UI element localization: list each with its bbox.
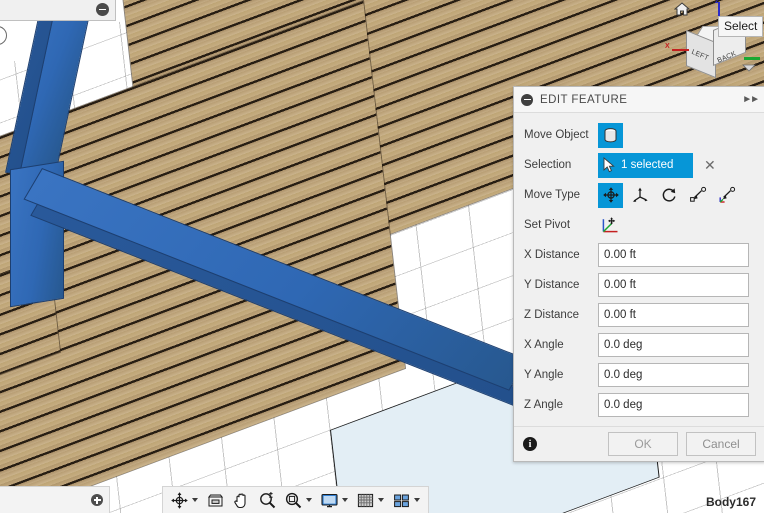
label-x-angle: X Angle [524, 339, 564, 351]
edit-feature-dialog[interactable]: EDIT FEATURE ►► Move Object Selection 1 … [513, 86, 764, 462]
grid-snap-icon [355, 490, 376, 510]
nav-item-pan[interactable] [229, 488, 254, 512]
point-to-position-icon[interactable] [714, 183, 739, 208]
zoom-icon [257, 490, 278, 510]
dialog-footer: i OK Cancel [514, 426, 764, 461]
chevron-down-icon[interactable] [306, 498, 312, 502]
row-move-object: Move Object [514, 120, 764, 150]
chevron-down-icon[interactable] [192, 498, 198, 502]
free-move-icon[interactable] [598, 182, 623, 208]
row-z-distance: Z Distance 0.00 ft [514, 300, 764, 330]
label-move-type: Move Type [524, 189, 581, 201]
display-settings-icon [319, 490, 340, 510]
z-distance-input[interactable]: 0.00 ft [598, 303, 749, 327]
dialog-title: EDIT FEATURE [540, 93, 628, 106]
status-body-label: Body167 [705, 495, 756, 509]
label-x-distance: X Distance [524, 249, 580, 261]
label-z-angle: Z Angle [524, 399, 563, 411]
row-set-pivot: Set Pivot [514, 210, 764, 240]
viewports-icon [391, 490, 412, 510]
ok-button[interactable]: OK [608, 432, 678, 456]
row-y-distance: Y Distance 0.00 ft [514, 270, 764, 300]
label-selection: Selection [524, 159, 572, 171]
bottom-left-strip [0, 486, 110, 513]
label-z-distance: Z Distance [524, 309, 579, 321]
point-to-point-icon[interactable] [685, 183, 710, 208]
row-z-angle: Z Angle 0.0 deg [514, 390, 764, 420]
row-move-type: Move Type [514, 180, 764, 210]
selection-chip[interactable]: 1 selected [598, 152, 693, 178]
axis-x-line [672, 49, 689, 51]
top-left-panel-collapse-icon[interactable] [96, 3, 109, 16]
navigation-toolbar[interactable] [162, 486, 429, 513]
rotate-icon[interactable] [656, 183, 681, 208]
x-angle-input[interactable]: 0.0 deg [598, 333, 749, 357]
row-y-angle: Y Angle 0.0 deg [514, 360, 764, 390]
view-cube-widget[interactable]: TOP LEFT BACK Z X Select [658, 0, 764, 82]
axis-z-label: Z [715, 0, 720, 5]
pan-hand-icon [231, 490, 252, 510]
axis-x-label: X [665, 43, 670, 50]
nav-item-display-settings[interactable] [317, 488, 352, 512]
set-pivot-axes-icon[interactable] [598, 213, 623, 238]
row-selection: Selection 1 selected ✕ [514, 150, 764, 180]
plus-circle-icon[interactable] [91, 494, 103, 506]
y-distance-input[interactable]: 0.00 ft [598, 273, 749, 297]
look-at-icon [205, 490, 226, 510]
row-x-angle: X Angle 0.0 deg [514, 330, 764, 360]
nav-item-zoom-window[interactable] [281, 488, 316, 512]
selection-count-label: 1 selected [621, 159, 674, 171]
body-cylinder-icon[interactable] [598, 122, 623, 148]
nav-item-orbit[interactable] [167, 488, 202, 512]
zoom-window-icon [283, 490, 304, 510]
nav-item-look-at[interactable] [203, 488, 228, 512]
dialog-header[interactable]: EDIT FEATURE ►► [514, 87, 764, 113]
chevron-down-icon[interactable] [414, 498, 420, 502]
row-x-distance: X Distance 0.00 ft [514, 240, 764, 270]
info-icon[interactable]: i [523, 437, 537, 451]
label-move-object: Move Object [524, 129, 589, 141]
nav-item-viewports[interactable] [389, 488, 424, 512]
dialog-body: Move Object Selection 1 selected ✕ Move … [514, 113, 764, 426]
y-angle-input[interactable]: 0.0 deg [598, 363, 749, 387]
nav-item-grid-snap[interactable] [353, 488, 388, 512]
clear-selection-icon[interactable]: ✕ [704, 158, 716, 172]
chevron-down-icon[interactable] [342, 498, 348, 502]
orbit-icon [169, 490, 190, 510]
chevron-down-icon[interactable] [378, 498, 384, 502]
viewcube-tooltip: Select [718, 16, 764, 37]
marking-menu-circle-icon[interactable] [0, 26, 7, 45]
top-left-floating-panel [0, 0, 116, 21]
z-angle-input[interactable]: 0.0 deg [598, 393, 749, 417]
double-chevron-right-icon[interactable]: ►► [742, 94, 760, 105]
x-distance-input[interactable]: 0.00 ft [598, 243, 749, 267]
view-cube-base-icon[interactable] [742, 64, 756, 72]
nav-item-zoom[interactable] [255, 488, 280, 512]
label-y-distance: Y Distance [524, 279, 580, 291]
translate-axis-icon[interactable] [627, 183, 652, 208]
axis-y-line [744, 57, 760, 60]
fusion-app-window: TOP LEFT BACK Z X Select EDIT FEATURE ►► [0, 0, 764, 513]
cancel-button[interactable]: Cancel [686, 432, 756, 456]
label-set-pivot: Set Pivot [524, 219, 571, 231]
label-y-angle: Y Angle [524, 369, 564, 381]
minus-circle-icon[interactable] [521, 93, 533, 106]
cursor-arrow-icon [602, 157, 616, 173]
